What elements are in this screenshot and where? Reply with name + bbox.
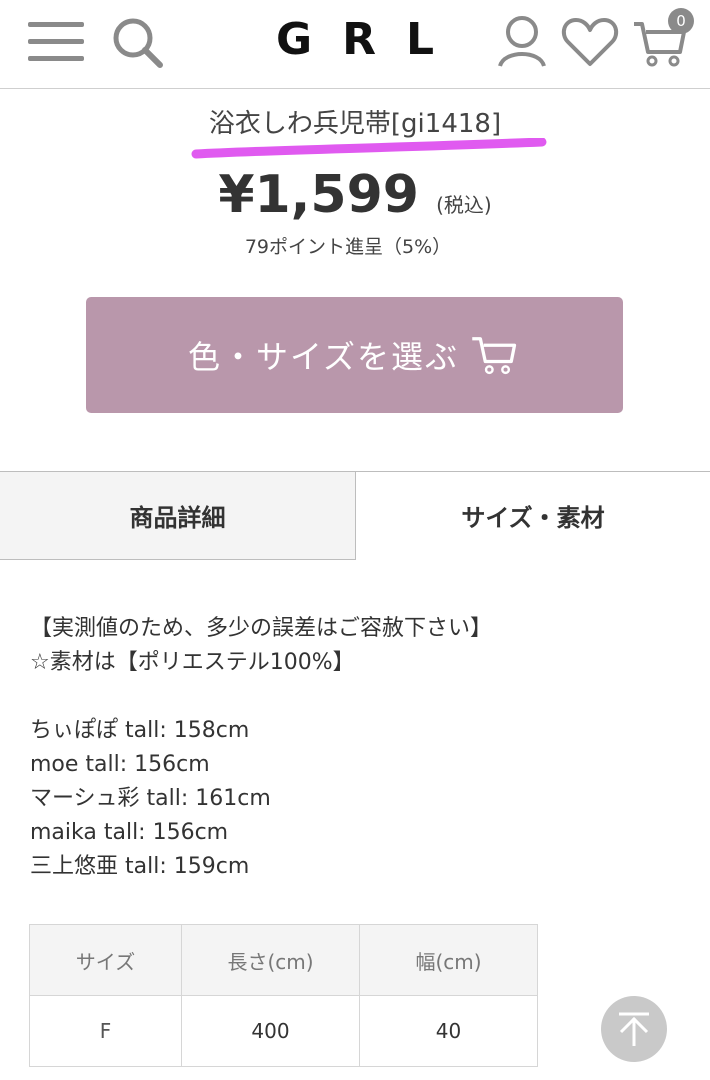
arrow-up-icon	[619, 1012, 649, 1046]
table-cell: 40	[359, 995, 538, 1067]
table-header-cell: 幅(cm)	[359, 924, 538, 996]
cart-count-badge: 0	[668, 8, 694, 34]
select-button-label: 色・サイズを選ぶ	[187, 338, 460, 376]
tax-note: (税込)	[436, 193, 492, 217]
table-cell: 400	[181, 995, 360, 1067]
user-icon[interactable]	[490, 10, 554, 74]
table-cell: F	[29, 995, 182, 1067]
back-to-top-button[interactable]	[601, 996, 667, 1062]
tab-size-material[interactable]: サイズ・素材	[356, 472, 710, 558]
site-header: GRL 0	[0, 0, 710, 89]
description-line: 三上悠亜 tall: 159cm	[30, 854, 250, 879]
description-line: maika tall: 156cm	[30, 820, 229, 845]
cart-icon	[472, 337, 517, 375]
product-price: ¥1,599	[218, 165, 419, 225]
tab-product-details[interactable]: 商品詳細	[0, 472, 356, 560]
heart-icon[interactable]	[558, 10, 622, 74]
price-row: ¥1,599 (税込)	[0, 165, 710, 225]
select-color-size-button[interactable]: 色・サイズを選ぶ	[86, 297, 623, 413]
points-note: 79ポイント進呈（5%）	[244, 236, 452, 258]
size-table: サイズ 長さ(cm) 幅(cm) F 400 40	[29, 924, 538, 1067]
table-row: F 400 40	[29, 995, 538, 1067]
detail-tabs: 商品詳細 サイズ・素材	[0, 471, 710, 560]
description-line: 【実測値のため、多少の誤差はご容赦下さい】	[30, 616, 493, 641]
description-line: ちぃぽぽ tall: 158cm	[30, 718, 250, 743]
table-header-cell: 長さ(cm)	[181, 924, 360, 996]
description-line: moe tall: 156cm	[30, 752, 210, 777]
table-header-cell: サイズ	[29, 924, 182, 996]
product-title: 浴衣しわ兵児帯[gi1418]	[208, 109, 502, 139]
description-line: ☆素材は【ポリエステル100%】	[30, 650, 355, 675]
highlight-underline	[191, 138, 547, 159]
description-line: マーシュ彩 tall: 161cm	[30, 786, 271, 811]
size-material-description: 【実測値のため、多少の誤差はご容赦下さい】 ☆素材は【ポリエステル100%】 ち…	[30, 612, 690, 884]
table-header-row: サイズ 長さ(cm) 幅(cm)	[29, 924, 538, 996]
